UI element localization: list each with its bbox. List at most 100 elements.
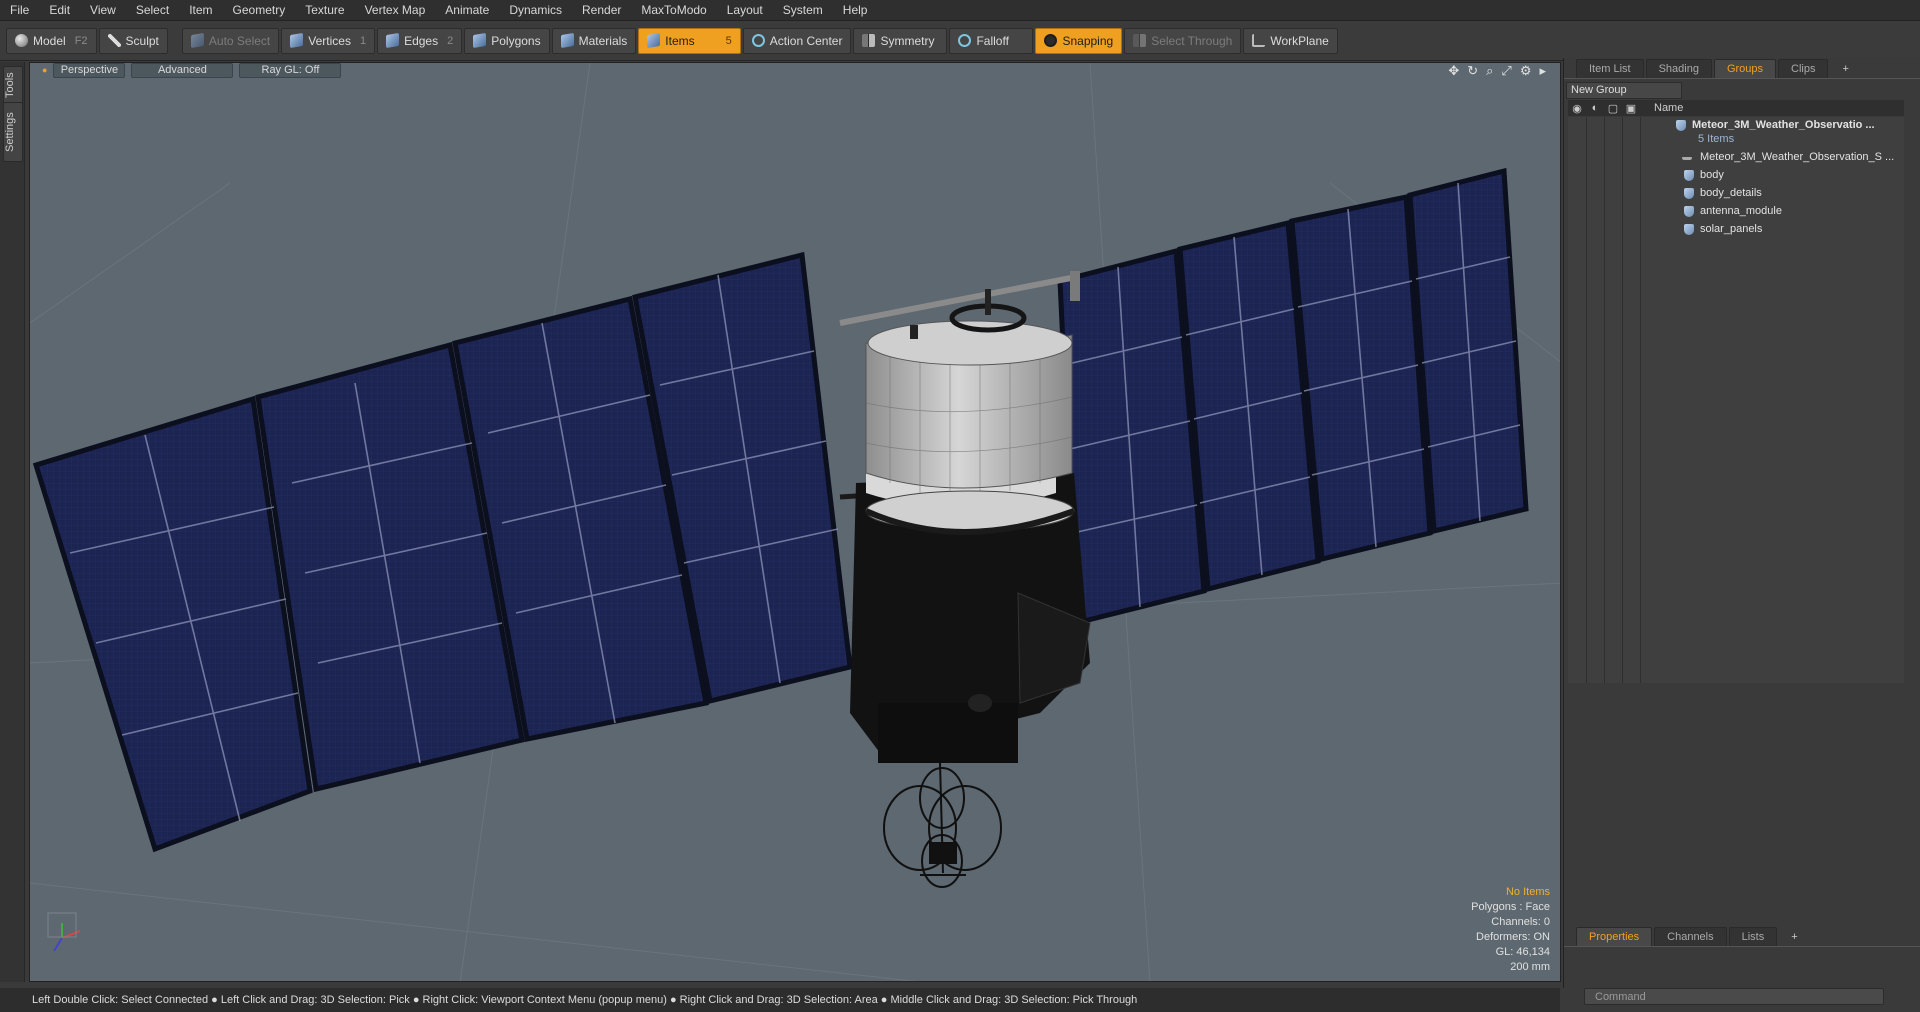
model-button[interactable]: Model F2 [6, 27, 97, 54]
new-group-button[interactable]: New Group [1566, 82, 1682, 99]
tab-channels[interactable]: Channels [1654, 927, 1727, 946]
tab-shading[interactable]: Shading [1645, 59, 1712, 78]
menu-edit[interactable]: Edit [39, 0, 80, 20]
auto-select-button[interactable]: Auto Select [181, 27, 280, 54]
menu-bar: File Edit View Select Item Geometry Text… [0, 0, 1920, 21]
locator-icon [1682, 157, 1692, 160]
list-item[interactable]: solar_panels [1568, 221, 1904, 239]
list-item-label: antenna_module [1700, 205, 1782, 217]
material-cube-icon [560, 32, 574, 49]
menu-texture[interactable]: Texture [295, 0, 354, 20]
symmetry-icon [862, 34, 876, 47]
select-through-button[interactable]: Select Through [1124, 27, 1242, 54]
deformers-info: Deformers: ON [1476, 931, 1550, 943]
main-toolbar: Model F2 Sculpt Auto Select Vertices 1 Edg… [0, 21, 1920, 61]
menu-maxtomodo[interactable]: MaxToModo [631, 0, 716, 20]
channels-info: Channels: 0 [1491, 916, 1550, 928]
eye-icon[interactable]: ◉ [1568, 102, 1586, 115]
raygl-toggle[interactable]: Ray GL: Off [239, 63, 342, 78]
viewport-info: No Items Polygons : Face Channels: 0 Def… [1471, 885, 1550, 975]
menu-dynamics[interactable]: Dynamics [499, 0, 572, 20]
menu-animate[interactable]: Animate [435, 0, 499, 20]
snapping-button[interactable]: Snapping [1035, 27, 1123, 54]
lock-icon[interactable]: ▢ [1604, 102, 1622, 115]
satellite-scene [30, 63, 1560, 981]
selection-info: No Items [1505, 886, 1550, 898]
mesh-icon [1684, 206, 1694, 217]
satellite-body [839, 271, 1091, 763]
menu-item[interactable]: Item [179, 0, 222, 20]
edge-cube-icon [386, 32, 400, 49]
menu-view[interactable]: View [80, 0, 126, 20]
tab-properties[interactable]: Properties [1576, 927, 1653, 946]
zoom-icon[interactable]: ⌕ [1486, 63, 1493, 79]
right-panel: Item List Shading Groups Clips + New Gro… [1563, 58, 1920, 1005]
workplane-icon [1252, 34, 1266, 47]
tab-clips[interactable]: Clips [1778, 59, 1829, 78]
symmetry-button[interactable]: Symmetry [853, 27, 948, 54]
menu-system[interactable]: System [773, 0, 833, 20]
falloff-button[interactable]: Falloff [949, 27, 1034, 54]
perspective-dropdown[interactable]: Perspective [53, 63, 126, 78]
items-button[interactable]: Items 5 [638, 27, 741, 54]
group-icon [1676, 120, 1686, 131]
maximize-icon[interactable]: ⤢ [1501, 63, 1511, 79]
left-tab-strip: Tools Settings [0, 62, 25, 982]
axis-widget [47, 912, 81, 952]
list-item[interactable]: Meteor_3M_Weather_Observation_S ... [1568, 149, 1904, 167]
render-icon[interactable]: ◐ [1586, 102, 1604, 114]
add-bottom-tab-icon[interactable]: + [1779, 928, 1809, 946]
list-item[interactable]: body_details [1568, 185, 1904, 203]
menu-file[interactable]: File [0, 0, 39, 20]
sculpt-button[interactable]: Sculpt [98, 27, 168, 54]
action-center-button[interactable]: Action Center [742, 27, 852, 54]
sphere-icon [15, 34, 28, 47]
left-solar-wing [32, 251, 853, 853]
falloff-icon [958, 34, 972, 47]
tab-lists[interactable]: Lists [1728, 927, 1778, 946]
shading-dropdown[interactable]: Advanced [131, 63, 234, 78]
crosshair-icon [751, 34, 765, 47]
mesh-icon [1684, 188, 1694, 199]
viewport-nav-icons: ✥ ↻ ⌕ ⤢ ⚙ ▸ [1448, 63, 1546, 79]
list-item-label: body [1700, 169, 1724, 181]
3d-viewport[interactable]: ● Perspective Advanced Ray GL: Off ✥ ↻ ⌕… [29, 62, 1561, 982]
pan-icon[interactable]: ✥ [1448, 63, 1459, 79]
command-input[interactable]: Command [1584, 988, 1884, 1005]
list-item-label: solar_panels [1700, 223, 1763, 235]
tab-groups[interactable]: Groups [1713, 59, 1777, 78]
cube-icon [190, 32, 204, 49]
tab-settings[interactable]: Settings [3, 102, 23, 162]
select-icon[interactable]: ▣ [1622, 102, 1640, 115]
menu-select[interactable]: Select [126, 0, 179, 20]
polygons-button[interactable]: Polygons [464, 27, 550, 54]
gear-icon[interactable]: ⚙ [1520, 63, 1532, 79]
menu-vertex-map[interactable]: Vertex Map [355, 0, 436, 20]
list-item[interactable]: antenna_module [1568, 203, 1904, 221]
materials-button[interactable]: Materials [551, 27, 637, 54]
mesh-icon [1684, 170, 1694, 181]
tab-item-list[interactable]: Item List [1576, 59, 1644, 78]
rotate-icon[interactable]: ↻ [1467, 63, 1478, 79]
list-item[interactable]: body [1568, 167, 1904, 185]
scale-info: 200 mm [1510, 961, 1550, 973]
vertices-button[interactable]: Vertices 1 [281, 27, 376, 54]
select-through-icon [1133, 34, 1147, 47]
arrow-right-icon[interactable]: ▸ [1539, 63, 1546, 79]
edges-button[interactable]: Edges 2 [377, 27, 463, 54]
column-header: ◉ ◐ ▢ ▣ Name [1568, 100, 1904, 116]
workplane-button[interactable]: WorkPlane [1243, 27, 1338, 54]
menu-layout[interactable]: Layout [717, 0, 773, 20]
group-count-row: 5 Items [1568, 131, 1904, 149]
group-name: Meteor_3M_Weather_Observatio ... [1692, 119, 1875, 131]
list-item-label: body_details [1700, 187, 1762, 199]
status-bar: Left Double Click: Select Connected ● Le… [0, 988, 1560, 1012]
item-cube-icon [647, 32, 661, 49]
menu-geometry[interactable]: Geometry [223, 0, 296, 20]
menu-render[interactable]: Render [572, 0, 631, 20]
tab-tools[interactable]: Tools [3, 66, 23, 104]
add-tab-icon[interactable]: + [1830, 60, 1860, 78]
name-column-header[interactable]: Name [1654, 102, 1683, 114]
viewport-menu-icon[interactable]: ● [42, 65, 47, 75]
menu-help[interactable]: Help [833, 0, 878, 20]
